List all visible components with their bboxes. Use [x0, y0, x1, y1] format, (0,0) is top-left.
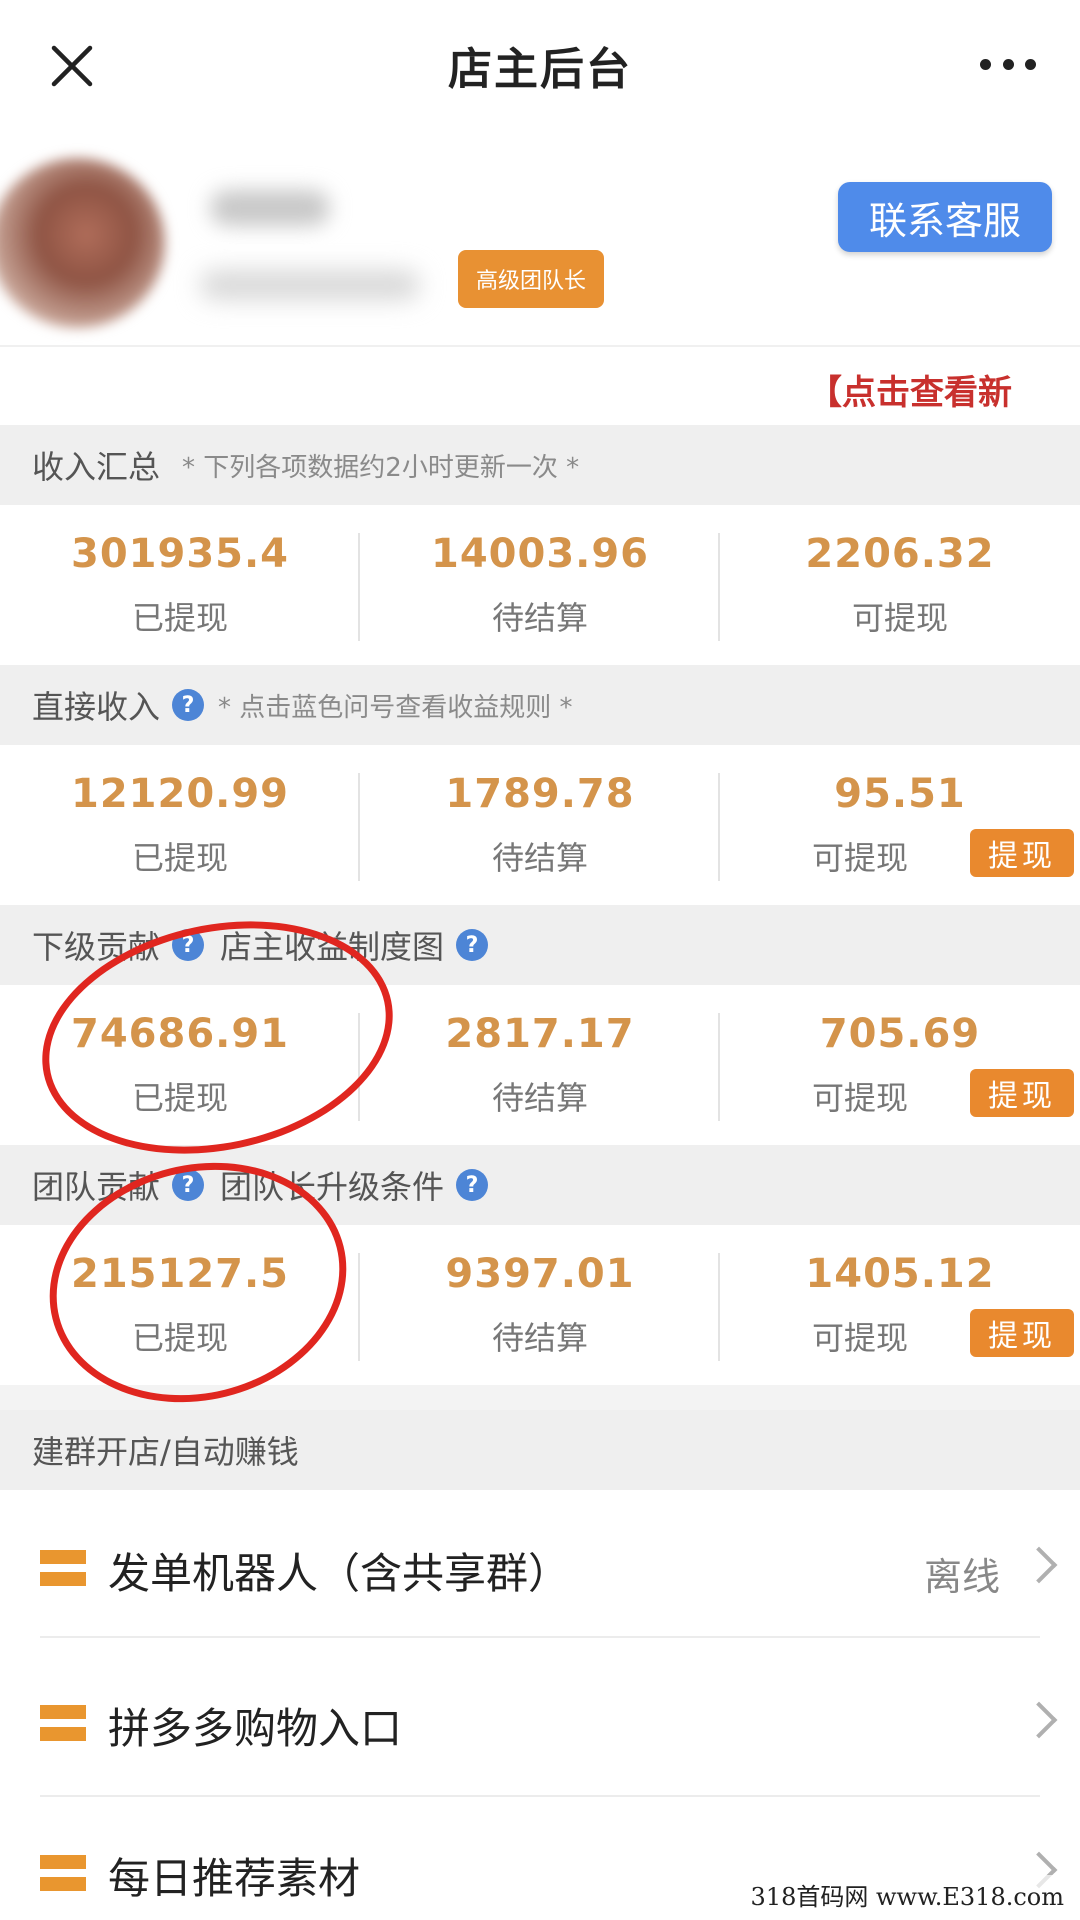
withdraw-button[interactable]: 提现 — [970, 1069, 1074, 1117]
income-rules-link[interactable]: 店主收益制度图 — [220, 922, 444, 968]
navbar: 店主后台 — [0, 0, 1080, 130]
watermark: 318首码网 www.E318.com — [744, 1875, 1070, 1914]
stat-label: 已提现 — [131, 839, 228, 877]
more-dots-icon[interactable] — [980, 52, 1036, 76]
stat-label: 待结算 — [491, 839, 588, 877]
stat-value: 705.69 — [819, 1011, 981, 1057]
menu-list: 发单机器人（含共享群） 离线 拼多多购物入口 每日推荐素材 — [0, 1490, 1080, 1920]
stat-value: 14003.96 — [430, 531, 650, 577]
section-header-subordinate-contribution: 下级贡献 ? 店主收益制度图 ? — [0, 905, 1080, 985]
stat-value: 1405.12 — [805, 1251, 995, 1297]
menu-section-header: 建群开店/自动赚钱 — [0, 1410, 1080, 1490]
menu-bars-icon — [40, 1855, 86, 1891]
stat-available: 95.51 可提现 提现 — [720, 745, 1080, 905]
stat-pending: 2817.17 待结算 — [360, 985, 720, 1145]
help-question-icon[interactable]: ? — [172, 929, 205, 961]
chevron-right-icon — [1020, 1701, 1058, 1739]
menu-item-label: 发单机器人（含共享群） — [108, 1549, 571, 1598]
status-text: 离线 — [923, 1555, 1000, 1599]
stat-pending: 1789.78 待结算 — [360, 745, 720, 905]
profile-card: 高级团队长 联系客服 — [0, 130, 1080, 345]
stat-withdrawn: 215127.5 已提现 — [0, 1225, 360, 1385]
stat-pending: 9397.01 待结算 — [360, 1225, 720, 1385]
notice-text[interactable]: 【点击查看新 — [808, 365, 1012, 414]
stat-row-income-summary: 301935.4 已提现 14003.96 待结算 2206.32 可提现 — [0, 505, 1080, 665]
stat-available: 705.69 可提现 提现 — [720, 985, 1080, 1145]
stat-value: 2817.17 — [445, 1011, 635, 1057]
withdraw-button[interactable]: 提现 — [970, 1309, 1074, 1357]
help-question-icon[interactable]: ? — [456, 929, 489, 961]
menu-item-label: 每日推荐素材 — [108, 1854, 361, 1903]
upgrade-conditions-link[interactable]: 团队长升级条件 — [220, 1162, 444, 1208]
level-badge: 高级团队长 — [458, 250, 604, 308]
section-header-income-summary: 收入汇总 * 下列各项数据约2小时更新一次 * — [0, 425, 1080, 505]
section-header-team-contribution: 团队贡献 ? 团队长升级条件 ? — [0, 1145, 1080, 1225]
section-title: 团队贡献 — [32, 1168, 161, 1206]
divider — [40, 1636, 1040, 1638]
close-icon[interactable] — [46, 40, 98, 92]
chevron-right-icon — [1020, 1546, 1058, 1584]
menu-item-pdd[interactable]: 拼多多购物入口 — [0, 1645, 1080, 1805]
section-title: 建群开店/自动赚钱 — [32, 1433, 299, 1471]
stat-label: 已提现 — [131, 1319, 228, 1357]
blurred-username — [210, 190, 330, 226]
stat-available: 1405.12 可提现 提现 — [720, 1225, 1080, 1385]
stat-value: 215127.5 — [70, 1251, 290, 1297]
stat-value: 12120.99 — [70, 771, 290, 817]
withdraw-button[interactable]: 提现 — [970, 829, 1074, 877]
stat-value: 2206.32 — [805, 531, 995, 577]
help-question-icon[interactable]: ? — [172, 1169, 205, 1201]
blurred-user-info — [200, 270, 420, 300]
stat-value: 1789.78 — [445, 771, 635, 817]
stat-label: 待结算 — [491, 1319, 588, 1357]
stat-label: 待结算 — [491, 1079, 588, 1117]
stat-row-subordinate-contribution: 74686.91 已提现 2817.17 待结算 705.69 可提现 提现 — [0, 985, 1080, 1145]
stat-value: 95.51 — [834, 771, 966, 817]
stat-pending: 14003.96 待结算 — [360, 505, 720, 665]
menu-item-label: 拼多多购物入口 — [108, 1704, 403, 1753]
stat-value: 301935.4 — [70, 531, 290, 577]
stat-withdrawn: 12120.99 已提现 — [0, 745, 360, 905]
section-title: 下级贡献 — [32, 928, 161, 966]
stat-withdrawn: 74686.91 已提现 — [0, 985, 360, 1145]
stat-withdrawn: 301935.4 已提现 — [0, 505, 360, 665]
menu-bars-icon — [40, 1705, 86, 1741]
stat-row-direct-income: 12120.99 已提现 1789.78 待结算 95.51 可提现 提现 — [0, 745, 1080, 905]
section-title: 收入汇总 — [32, 448, 161, 486]
contact-service-button[interactable]: 联系客服 — [838, 182, 1052, 252]
menu-item-bot[interactable]: 发单机器人（含共享群） 离线 — [0, 1490, 1080, 1650]
section-note: * 下列各项数据约2小时更新一次 * — [182, 452, 580, 483]
avatar — [0, 158, 165, 328]
stat-label: 待结算 — [491, 599, 588, 637]
menu-bars-icon — [40, 1550, 86, 1586]
notice-marquee[interactable]: 【点击查看新 — [0, 345, 1080, 425]
stat-row-team-contribution: 215127.5 已提现 9397.01 待结算 1405.12 可提现 提现 — [0, 1225, 1080, 1385]
stat-available: 2206.32 可提现 — [720, 505, 1080, 665]
section-title: 直接收入 — [32, 688, 161, 726]
stat-label: 已提现 — [131, 599, 228, 637]
stat-label: 已提现 — [131, 1079, 228, 1117]
stat-label: 可提现 — [851, 599, 948, 637]
section-note: * 点击蓝色问号查看收益规则 * — [218, 692, 573, 723]
stat-value: 74686.91 — [70, 1011, 290, 1057]
section-header-direct-income: 直接收入 ? * 点击蓝色问号查看收益规则 * — [0, 665, 1080, 745]
help-question-icon[interactable]: ? — [172, 689, 205, 721]
page-title: 店主后台 — [448, 44, 632, 95]
stat-value: 9397.01 — [445, 1251, 635, 1297]
help-question-icon[interactable]: ? — [456, 1169, 489, 1201]
